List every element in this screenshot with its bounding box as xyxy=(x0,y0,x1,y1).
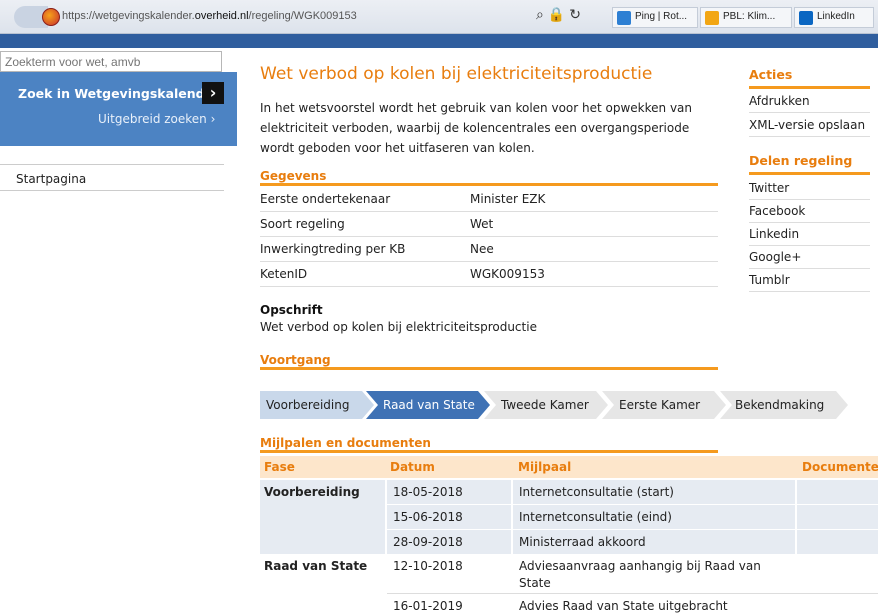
step-voorbereiding[interactable]: Voorbereiding xyxy=(260,391,374,419)
share-facebook[interactable]: Facebook xyxy=(749,201,870,223)
documenten-cell xyxy=(797,480,878,554)
share-tumblr[interactable]: Tumblr xyxy=(749,270,870,292)
col-datum: Datum xyxy=(390,460,435,474)
gegevens-row: KetenID WGK009153 xyxy=(260,264,718,287)
opschrift-text: Wet verbod op kolen bij elektriciteitspr… xyxy=(260,320,537,334)
step-label: Voorbereiding xyxy=(266,398,350,412)
search-panel: Zoek in Wetgevingskalender › Uitgebreid … xyxy=(0,72,237,146)
share-linkedin[interactable]: Linkedin xyxy=(749,224,870,246)
refresh-icon[interactable]: ↻ xyxy=(569,7,585,23)
browser-tab-ping[interactable]: Ping | Rot... xyxy=(612,7,698,28)
step-label: Eerste Kamer xyxy=(619,398,701,412)
milestone-datum: 28-09-2018 xyxy=(393,535,463,549)
url-domain: overheid.nl xyxy=(194,10,249,22)
search-input[interactable] xyxy=(0,51,222,72)
sidebar-item-home[interactable]: Startpagina xyxy=(16,172,86,186)
section-underline xyxy=(260,450,718,453)
site-header-strip xyxy=(0,34,878,48)
milestone-datum: 12-10-2018 xyxy=(393,559,463,573)
row-divider xyxy=(387,529,878,530)
gegevens-row: Soort regeling Wet xyxy=(260,214,718,237)
search-icon[interactable]: ⌕ xyxy=(536,7,548,23)
milestones-table-header: Fase Datum Mijlpaal Documente xyxy=(260,456,878,478)
milestone-mijlpaal: Internetconsultatie (eind) xyxy=(519,510,672,524)
section-underline xyxy=(260,183,718,186)
section-underline xyxy=(749,86,870,89)
browser-tab-pbl[interactable]: PBL: Klim... xyxy=(700,7,792,28)
milestone-datum: 16-01-2019 xyxy=(393,599,463,613)
milestone-fase: Raad van State xyxy=(264,559,368,573)
col-mijlpaal: Mijlpaal xyxy=(518,460,572,474)
action-xml-save[interactable]: XML-versie opslaan xyxy=(749,115,870,137)
url-path: /regeling/WGK009153 xyxy=(248,10,357,22)
url-prefix: https://wetgevingskalender. xyxy=(62,10,195,22)
gegevens-value: WGK009153 xyxy=(470,267,545,281)
sidebar-divider xyxy=(0,190,224,191)
milestone-datum: 18-05-2018 xyxy=(393,485,463,499)
col-documenten: Documente xyxy=(802,460,878,474)
linkedin-tab-icon xyxy=(799,11,813,25)
milestone-mijlpaal: Adviesaanvraag aanhangig bij Raad van St… xyxy=(519,559,761,590)
row-divider xyxy=(387,504,878,505)
intro-text: In het wetsvoorstel wordt het gebruik va… xyxy=(260,101,693,155)
search-button-label[interactable]: Zoek in Wetgevingskalender xyxy=(18,86,219,101)
milestone-datum: 15-06-2018 xyxy=(393,510,463,524)
row-divider xyxy=(387,593,878,594)
search-go-button[interactable]: › xyxy=(202,82,224,104)
step-raad-van-state[interactable]: Raad van State xyxy=(366,391,490,419)
milestone-mijlpaal: Advies Raad van State uitgebracht xyxy=(519,599,728,613)
browser-tab-linkedin[interactable]: LinkedIn xyxy=(794,7,874,28)
step-label: Bekendmaking xyxy=(735,398,825,412)
col-fase: Fase xyxy=(264,460,295,474)
step-eerste-kamer[interactable]: Eerste Kamer xyxy=(602,391,726,419)
gegevens-heading: Gegevens xyxy=(260,169,327,183)
address-bar-icons[interactable]: ⌕🔒↻ xyxy=(536,7,585,23)
share-googleplus[interactable]: Google+ xyxy=(749,247,870,269)
action-print[interactable]: Afdrukken xyxy=(749,91,870,113)
lock-icon: 🔒 xyxy=(547,7,570,23)
section-underline xyxy=(749,172,870,175)
gegevens-row: Inwerkingtreding per KB Nee xyxy=(260,239,718,262)
ping-tab-icon xyxy=(617,11,631,25)
milestone-fase: Voorbereiding xyxy=(264,485,360,499)
gegevens-row: Eerste ondertekenaar Minister EZK xyxy=(260,189,718,212)
section-underline xyxy=(260,367,718,370)
gegevens-value: Nee xyxy=(470,242,494,256)
opschrift-heading: Opschrift xyxy=(260,303,323,317)
advanced-search-link[interactable]: Uitgebreid zoeken › xyxy=(98,112,215,126)
delen-heading: Delen regeling xyxy=(749,153,853,168)
address-bar[interactable]: https://wetgevingskalender.overheid.nl/r… xyxy=(62,10,357,22)
step-label: Raad van State xyxy=(383,398,475,412)
gegevens-key: Eerste ondertekenaar xyxy=(260,192,391,206)
gegevens-key: KetenID xyxy=(260,267,308,281)
browser-toolbar: https://wetgevingskalender.overheid.nl/r… xyxy=(0,0,878,34)
site-favicon-icon xyxy=(42,8,60,26)
gegevens-key: Inwerkingtreding per KB xyxy=(260,242,406,256)
gegevens-value: Minister EZK xyxy=(470,192,546,206)
step-tweede-kamer[interactable]: Tweede Kamer xyxy=(484,391,608,419)
voortgang-heading: Voortgang xyxy=(260,353,331,367)
share-twitter[interactable]: Twitter xyxy=(749,178,870,200)
tab-label: PBL: Klim... xyxy=(723,11,776,22)
step-label: Tweede Kamer xyxy=(501,398,589,412)
milestone-mijlpaal: Ministerraad akkoord xyxy=(519,535,646,549)
tab-label: Ping | Rot... xyxy=(635,11,688,22)
milestone-mijlpaal: Internetconsultatie (start) xyxy=(519,485,674,499)
sidebar-divider xyxy=(0,164,224,165)
pbl-tab-icon xyxy=(705,11,719,25)
acties-heading: Acties xyxy=(749,67,793,82)
gegevens-key: Soort regeling xyxy=(260,217,345,231)
chevron-right-icon: › xyxy=(209,83,217,102)
tab-label: LinkedIn xyxy=(817,11,855,22)
gegevens-value: Wet xyxy=(470,217,494,231)
milestones-heading: Mijlpalen en documenten xyxy=(260,436,431,450)
step-bekendmaking[interactable]: Bekendmaking xyxy=(720,391,848,419)
page-title: Wet verbod op kolen bij elektriciteitspr… xyxy=(260,64,653,84)
